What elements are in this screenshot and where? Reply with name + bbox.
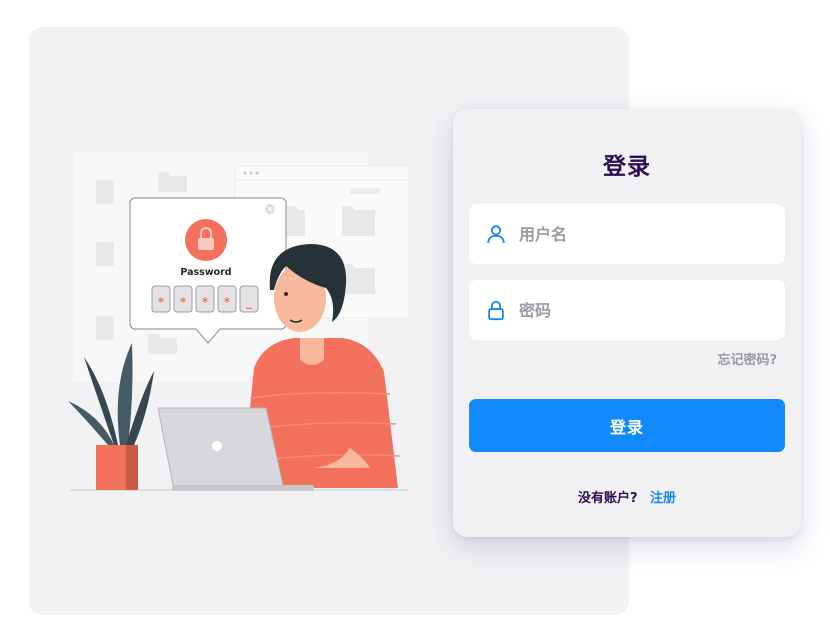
password-label: Password: [180, 267, 231, 278]
password-char: _: [246, 295, 252, 310]
password-char: *: [202, 295, 209, 309]
no-account-text: 没有账户?: [577, 491, 638, 506]
password-input[interactable]: [519, 300, 759, 320]
username-field[interactable]: [469, 204, 785, 264]
lock-icon: [488, 300, 504, 321]
password-popup: Password * * * * _: [129, 197, 287, 344]
login-title: 登录: [603, 154, 651, 180]
login-button[interactable]: 登录: [469, 399, 785, 452]
password-char: *: [158, 295, 165, 309]
password-char: *: [224, 295, 231, 309]
password-char: *: [180, 295, 187, 309]
password-field[interactable]: [469, 280, 785, 340]
forgot-password-link[interactable]: 忘记密码?: [717, 349, 777, 368]
register-link[interactable]: 注册: [650, 491, 676, 506]
user-icon: [487, 225, 505, 244]
login-illustration: Password * * * * _: [68, 152, 410, 491]
username-input[interactable]: [519, 224, 759, 244]
login-card: 登录 忘记密码? 登录 没有账户? 注册: [453, 109, 801, 537]
signup-row: 没有账户? 注册: [453, 487, 801, 506]
